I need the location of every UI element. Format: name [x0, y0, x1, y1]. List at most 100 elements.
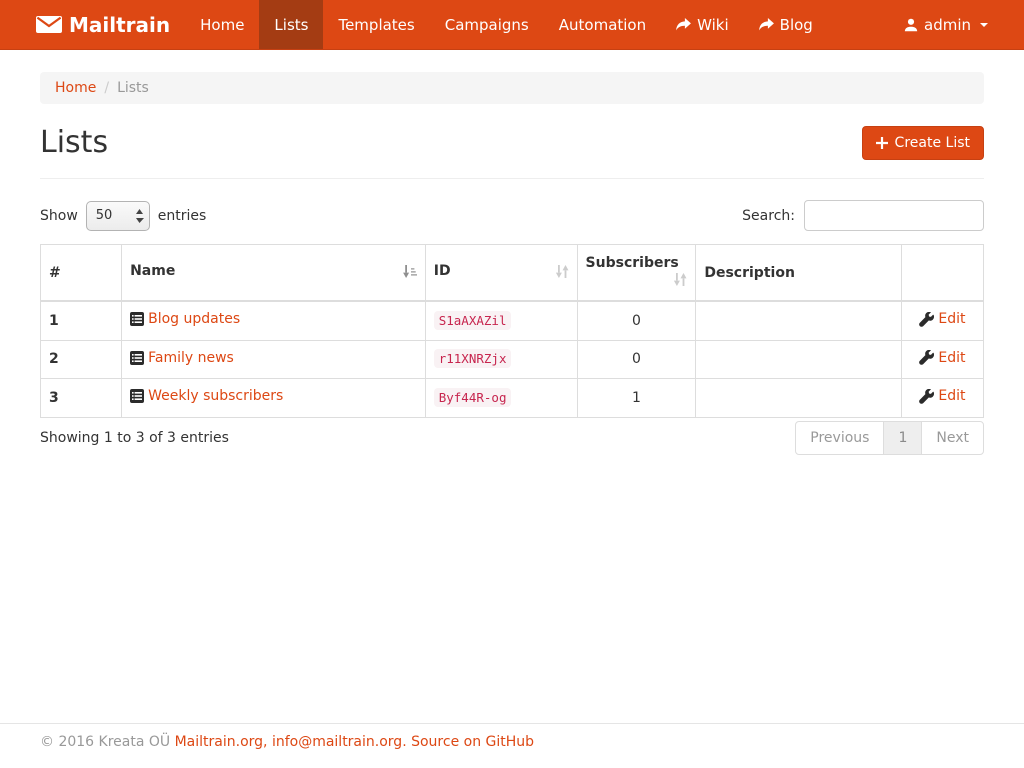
- edit-link[interactable]: Edit: [919, 311, 965, 327]
- wrench-icon: [919, 350, 934, 365]
- edit-label: Edit: [938, 350, 965, 366]
- list-name-link[interactable]: Family news: [130, 350, 234, 366]
- table-row: 2 Family news r11XNRZjx 0: [41, 340, 984, 379]
- pagination-previous-button[interactable]: Previous: [795, 421, 884, 455]
- sort-both-icon: [555, 265, 569, 282]
- mailtrain-org-link[interactable]: Mailtrain.org: [175, 734, 263, 750]
- create-list-label: Create List: [895, 135, 970, 151]
- table-header-row: # Name ID: [41, 245, 984, 302]
- list-id-code: S1aAXAZil: [434, 311, 512, 330]
- search-label: Search:: [742, 208, 795, 224]
- breadcrumb-current: Lists: [117, 80, 149, 96]
- brand-link[interactable]: Mailtrain: [21, 0, 185, 49]
- subscribers-count: 1: [577, 379, 696, 418]
- wrench-icon: [919, 312, 934, 327]
- row-number: 3: [41, 379, 122, 418]
- brand-label: Mailtrain: [69, 13, 170, 37]
- list-name-label: Family news: [148, 350, 234, 366]
- plus-icon: [876, 137, 888, 149]
- column-header-subscribers[interactable]: Subscribers: [577, 245, 696, 302]
- nav-item-lists[interactable]: Lists: [259, 0, 323, 49]
- footer-separator: .: [402, 734, 411, 750]
- breadcrumb: Home / Lists: [40, 72, 984, 104]
- user-label: admin: [924, 0, 971, 50]
- list-alt-icon: [130, 351, 144, 365]
- column-header-actions: [901, 245, 983, 302]
- list-alt-icon: [130, 389, 144, 403]
- nav-item-blog[interactable]: Blog: [744, 0, 828, 49]
- breadcrumb-home-link[interactable]: Home: [55, 80, 96, 96]
- description-cell: [696, 379, 902, 418]
- column-header-name[interactable]: Name: [122, 245, 426, 302]
- nav-item-campaigns[interactable]: Campaigns: [430, 0, 544, 49]
- create-list-button[interactable]: Create List: [862, 126, 984, 160]
- nav-item-label: Lists: [274, 0, 308, 50]
- page-length-control: Show 50 entries: [40, 201, 206, 231]
- list-alt-icon: [130, 312, 144, 326]
- table-row: 3 Weekly subscribers Byf44R-og 1: [41, 379, 984, 418]
- sort-both-icon: [673, 273, 687, 290]
- pagination-next-button[interactable]: Next: [921, 421, 984, 455]
- edit-label: Edit: [938, 311, 965, 327]
- list-name-link[interactable]: Weekly subscribers: [130, 388, 283, 404]
- user-menu[interactable]: admin: [889, 0, 1003, 49]
- github-source-link[interactable]: Source on GitHub: [411, 734, 534, 750]
- nav-item-label: Templates: [338, 0, 414, 50]
- page-size-select[interactable]: 50: [86, 201, 150, 231]
- page-title: Lists: [40, 125, 108, 160]
- page-footer: © 2016 Kreata OÜ Mailtrain.org, info@mai…: [0, 723, 1024, 768]
- list-id-code: r11XNRZjx: [434, 349, 512, 368]
- edit-label: Edit: [938, 388, 965, 404]
- list-name-label: Blog updates: [148, 311, 240, 327]
- column-header-label: Subscribers: [586, 255, 679, 271]
- nav-item-label: Wiki: [697, 0, 729, 50]
- copyright-text: © 2016 Kreata OÜ: [40, 734, 170, 750]
- footer-separator: ,: [263, 734, 272, 750]
- top-navbar: Mailtrain Home Lists Templates Campaigns…: [0, 0, 1024, 50]
- edit-link[interactable]: Edit: [919, 388, 965, 404]
- description-cell: [696, 301, 902, 340]
- column-header-description: Description: [696, 245, 902, 302]
- row-number: 1: [41, 301, 122, 340]
- wrench-icon: [919, 389, 934, 404]
- nav-item-home[interactable]: Home: [185, 0, 259, 49]
- pagination: Previous 1 Next: [795, 421, 984, 455]
- list-name-link[interactable]: Blog updates: [130, 311, 240, 327]
- nav-item-label: Blog: [780, 0, 813, 50]
- search-control: Search:: [742, 200, 984, 231]
- nav-item-templates[interactable]: Templates: [323, 0, 429, 49]
- column-header-label: ID: [434, 263, 451, 279]
- nav-item-automation[interactable]: Automation: [544, 0, 661, 49]
- column-header-num: #: [41, 245, 122, 302]
- entries-label: entries: [158, 208, 207, 224]
- column-header-label: Name: [130, 263, 175, 279]
- sort-asc-icon: [402, 265, 417, 282]
- list-name-label: Weekly subscribers: [148, 388, 283, 404]
- nav-item-label: Home: [200, 0, 244, 50]
- subscribers-count: 0: [577, 340, 696, 379]
- share-icon: [676, 18, 691, 31]
- main-content: Home / Lists Lists Create List Show 50 e…: [0, 50, 1024, 723]
- chevron-down-icon: [980, 23, 988, 27]
- share-icon: [759, 18, 774, 31]
- table-info: Showing 1 to 3 of 3 entries: [40, 430, 229, 446]
- envelope-icon: [36, 16, 62, 33]
- search-input[interactable]: [804, 200, 984, 231]
- lists-table: # Name ID: [40, 244, 984, 418]
- show-label: Show: [40, 208, 78, 224]
- nav-item-label: Campaigns: [445, 0, 529, 50]
- nav-item-label: Automation: [559, 0, 646, 50]
- edit-link[interactable]: Edit: [919, 350, 965, 366]
- breadcrumb-separator: /: [96, 80, 117, 96]
- email-link[interactable]: info@mailtrain.org: [272, 734, 402, 750]
- column-header-id[interactable]: ID: [425, 245, 577, 302]
- table-row: 1 Blog updates S1aAXAZil 0: [41, 301, 984, 340]
- subscribers-count: 0: [577, 301, 696, 340]
- nav-item-wiki[interactable]: Wiki: [661, 0, 744, 49]
- row-number: 2: [41, 340, 122, 379]
- list-id-code: Byf44R-og: [434, 388, 512, 407]
- pagination-page-1-button[interactable]: 1: [883, 421, 922, 455]
- user-icon: [904, 18, 918, 32]
- header-divider: [40, 178, 984, 179]
- description-cell: [696, 340, 902, 379]
